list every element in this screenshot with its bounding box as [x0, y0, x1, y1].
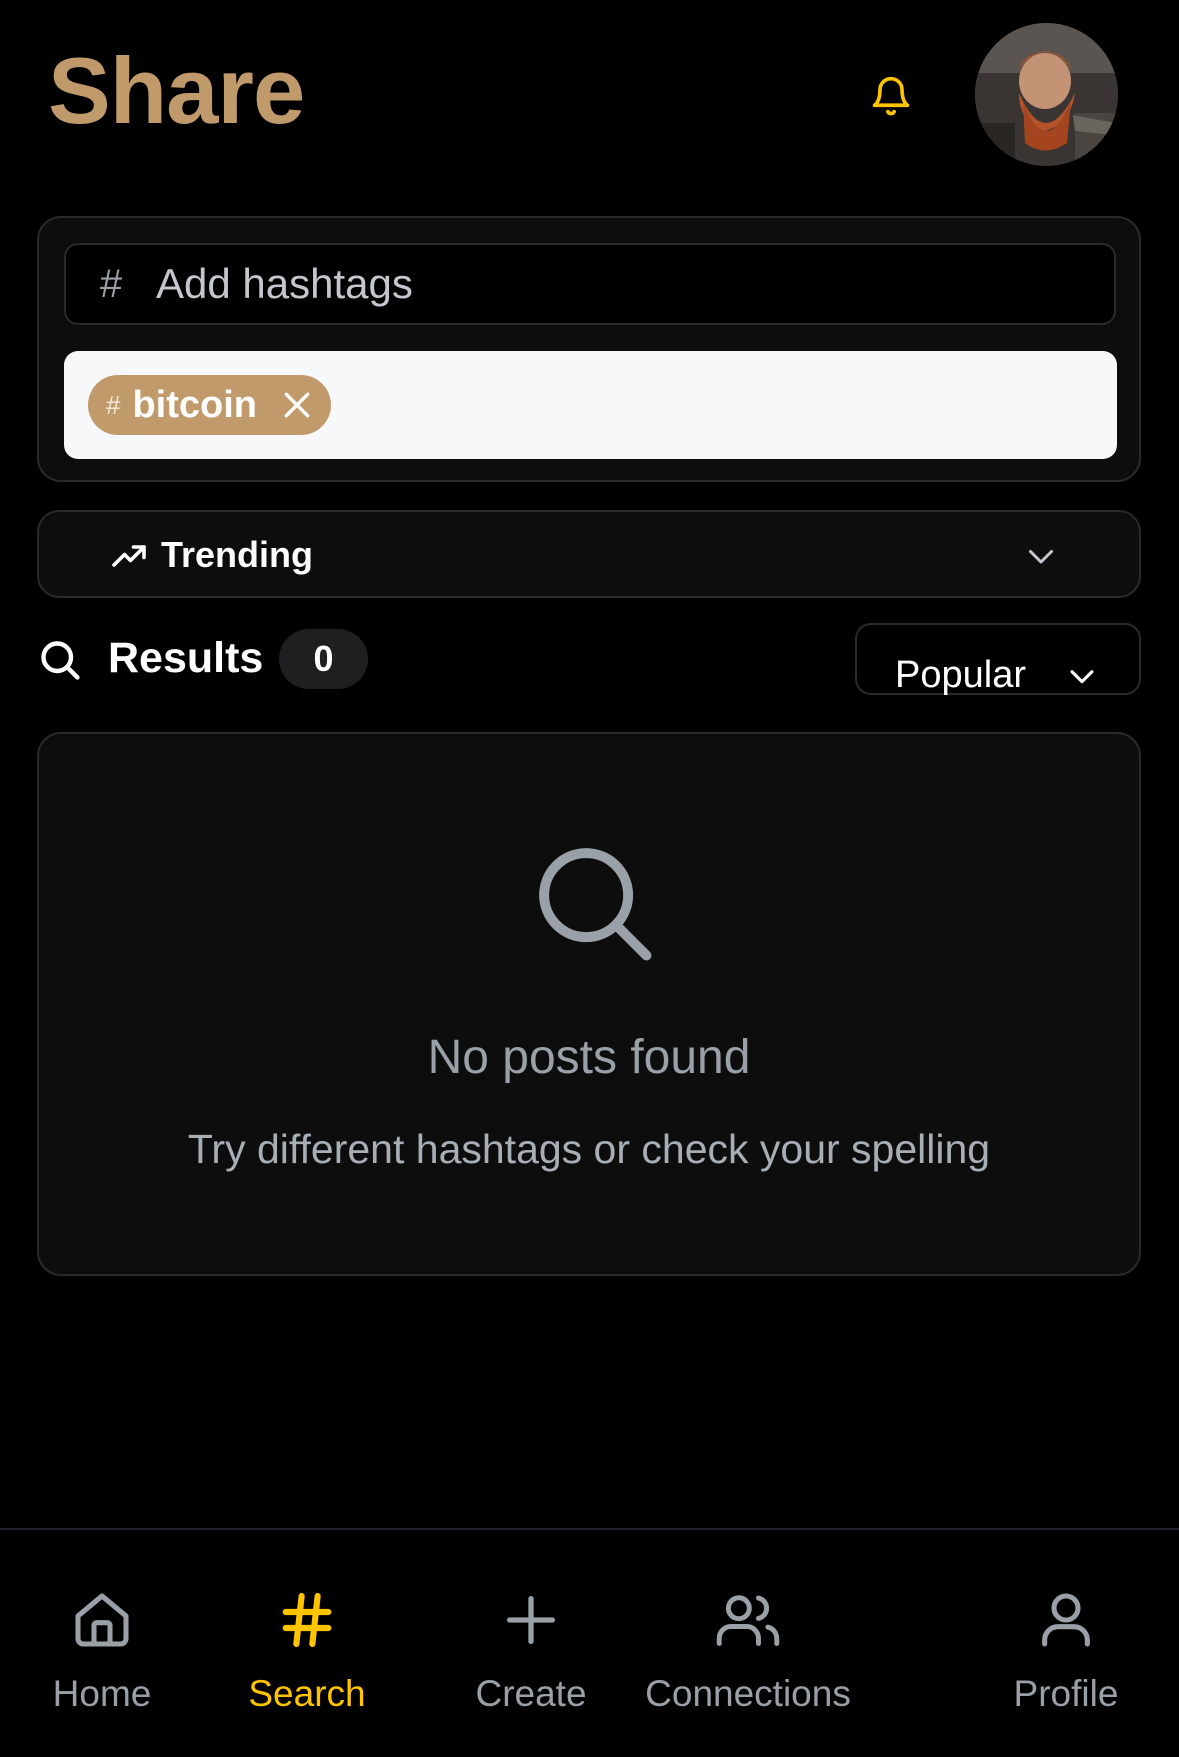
hashtag-chip-bitcoin[interactable]: # bitcoin [88, 375, 332, 435]
user-avatar[interactable] [975, 23, 1118, 166]
chevron-down-icon [1029, 550, 1053, 564]
empty-state-subtitle: Try different hashtags or check your spe… [187, 1126, 991, 1172]
close-icon [284, 392, 310, 418]
nav-label-create: Create [475, 1673, 587, 1714]
nav-label-profile: Profile [1013, 1673, 1119, 1714]
search-icon [41, 641, 80, 680]
bottom-nav: Home Search Create Connections Profile [0, 1528, 1179, 1757]
nav-item-create[interactable]: Create [475, 1585, 587, 1715]
notifications-button[interactable] [862, 68, 920, 126]
chip-hash-icon: # [106, 389, 121, 420]
nav-item-connections[interactable]: Connections [645, 1585, 851, 1715]
nav-item-search[interactable]: Search [248, 1585, 366, 1715]
nav-label-connections: Connections [645, 1673, 851, 1714]
hashtag-card: # # bitcoin [37, 216, 1141, 482]
home-icon [67, 1585, 137, 1655]
search-icon [539, 848, 652, 961]
hashtag-input[interactable] [156, 260, 1114, 308]
hash-prefix-icon: # [99, 261, 123, 306]
sort-select[interactable]: Popular [855, 623, 1141, 696]
trending-dropdown[interactable]: Trending [37, 510, 1141, 598]
trending-label: Trending [161, 534, 313, 575]
trending-up-icon [112, 545, 146, 567]
user-icon [1031, 1585, 1101, 1655]
sort-selected-value: Popular [895, 654, 1026, 696]
hashtag-input-wrapper[interactable]: # [64, 243, 1116, 325]
users-icon [713, 1585, 783, 1655]
empty-state-title: No posts found [427, 1031, 751, 1084]
bell-icon [872, 76, 910, 116]
empty-state-card: No posts found Try different hashtags or… [37, 732, 1141, 1276]
avatar-portrait [975, 23, 1118, 166]
share-page: Share # # bitcoin [0, 0, 1179, 1757]
results-count-badge: 0 [279, 629, 368, 689]
nav-label-search: Search [248, 1673, 366, 1714]
remove-hashtag-button[interactable] [279, 387, 315, 423]
selected-hashtags: # bitcoin [64, 351, 1117, 459]
chevron-down-icon [1070, 670, 1094, 684]
nav-item-profile[interactable]: Profile [1013, 1585, 1119, 1715]
page-title: Share [48, 38, 305, 143]
hashtag-chip-label: bitcoin [132, 383, 258, 426]
plus-icon [496, 1585, 566, 1655]
nav-item-home[interactable]: Home [52, 1585, 152, 1715]
nav-label-home: Home [52, 1673, 152, 1714]
hash-icon [272, 1585, 342, 1655]
results-label: Results [108, 634, 264, 682]
